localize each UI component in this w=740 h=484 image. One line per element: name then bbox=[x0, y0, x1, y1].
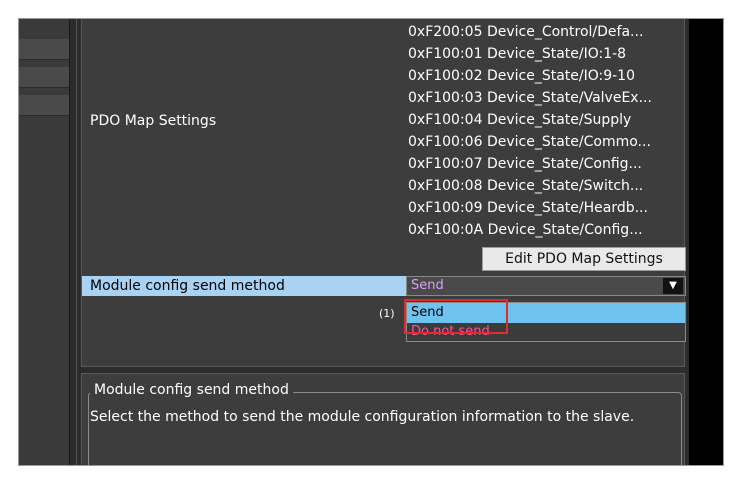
pdo-entry: 0xF100:04 Device_State/Supply bbox=[408, 112, 632, 128]
settings-window: PDO Map Settings 0xF200:05 Device_Contro… bbox=[18, 18, 724, 466]
pdo-entry: 0xF100:09 Device_State/Heardb... bbox=[408, 200, 648, 216]
module-config-send-method-label: Module config send method bbox=[82, 276, 408, 296]
description-panel: Module config send method Select the met… bbox=[81, 373, 685, 465]
pdo-entry: 0xF100:02 Device_State/IO:9-10 bbox=[408, 68, 635, 84]
pdo-entry-list: 0xF200:05 Device_Control/Defa... 0xF100:… bbox=[408, 21, 686, 241]
pdo-map-settings-label: PDO Map Settings bbox=[90, 113, 217, 129]
nav-item[interactable] bbox=[19, 95, 69, 116]
pdo-entry: 0xF100:08 Device_State/Switch... bbox=[408, 178, 644, 194]
pdo-entry: 0xF200:05 Device_Control/Defa... bbox=[408, 24, 644, 40]
pdo-entry: 0xF100:01 Device_State/IO:1-8 bbox=[408, 46, 627, 62]
chevron-down-icon[interactable]: ▼ bbox=[663, 278, 683, 294]
pdo-entry: 0xF100:03 Device_State/ValveEx... bbox=[408, 90, 652, 106]
description-text: Select the method to send the module con… bbox=[90, 409, 635, 425]
callout-number: (1) bbox=[379, 307, 395, 320]
divider bbox=[76, 19, 77, 465]
send-method-selected-value: Send bbox=[411, 278, 444, 293]
callout-highlight-box bbox=[404, 299, 508, 334]
send-method-select[interactable]: Send ▼ bbox=[406, 276, 686, 296]
edit-pdo-map-settings-button[interactable]: Edit PDO Map Settings bbox=[482, 247, 686, 271]
description-title: Module config send method bbox=[90, 382, 293, 398]
right-dark-area bbox=[689, 19, 723, 465]
nav-item[interactable] bbox=[19, 67, 69, 88]
pdo-entry: 0xF100:07 Device_State/Config... bbox=[408, 156, 642, 172]
description-group-box bbox=[88, 392, 682, 465]
settings-panel: PDO Map Settings 0xF200:05 Device_Contro… bbox=[81, 19, 686, 367]
pdo-entry: 0xF100:0A Device_State/Config... bbox=[408, 222, 643, 238]
pdo-entry: 0xF100:06 Device_State/Commo... bbox=[408, 134, 651, 150]
left-navigation-column bbox=[19, 19, 69, 465]
nav-item[interactable] bbox=[19, 39, 69, 60]
splitter[interactable] bbox=[69, 19, 70, 465]
